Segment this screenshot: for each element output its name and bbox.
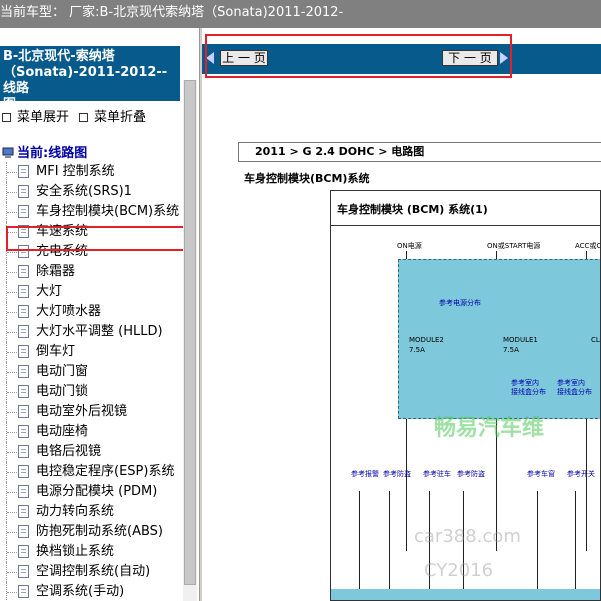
tree-item-power-steering[interactable]: 动力转向系统 bbox=[6, 502, 184, 522]
document-icon bbox=[18, 365, 29, 378]
document-icon bbox=[18, 305, 29, 318]
document-icon bbox=[18, 345, 29, 358]
tree-item-abs[interactable]: 防抱死制动系统(ABS) bbox=[6, 522, 184, 542]
tree-item-srs[interactable]: 安全系统(SRS)1 bbox=[6, 182, 184, 202]
document-icon bbox=[18, 465, 29, 478]
tree-item-bcm[interactable]: 车身控制模块(BCM)系统 bbox=[6, 202, 184, 222]
breadcrumb: 2011 > G 2.4 DOHC > 电路图 bbox=[238, 142, 601, 162]
watermark-green: 畅易汽车维 bbox=[434, 416, 545, 441]
document-icon bbox=[18, 405, 29, 418]
tree-item-hlld[interactable]: 大灯水平调整 (HLLD) bbox=[6, 322, 184, 342]
sidebar-header-line1: B-北京现代-索纳塔 bbox=[3, 49, 115, 64]
fuse-module1-amp: 7.5A bbox=[503, 346, 519, 354]
tree-item-power-window[interactable]: 电动门窗 bbox=[6, 362, 184, 382]
ref-label-6: 参考开关 bbox=[567, 470, 595, 478]
document-icon bbox=[18, 525, 29, 538]
watermark-site: car388.com bbox=[414, 526, 521, 547]
fuse-ref-1: 参考电源分布 bbox=[439, 299, 481, 307]
fuse-clo: CLO bbox=[591, 336, 600, 344]
computer-icon bbox=[2, 147, 14, 159]
selected-item-highlight bbox=[6, 226, 197, 251]
tree-item-esp[interactable]: 电控稳定程序(ESP)系统 bbox=[6, 462, 184, 482]
tree-item-power-door-lock[interactable]: 电动门锁 bbox=[6, 382, 184, 402]
ref-label-5: 参考车窗 bbox=[527, 470, 555, 478]
document-icon bbox=[18, 185, 29, 198]
diagram-title: 车身控制模块 (BCM) 系统(1) bbox=[337, 203, 488, 216]
menu-collapse-link[interactable]: 菜单折叠 bbox=[94, 110, 146, 125]
tree-item-mfi[interactable]: MFI 控制系统 bbox=[6, 162, 184, 182]
sidebar-scrollbar[interactable] bbox=[183, 80, 197, 601]
tree-item-manual-ac[interactable]: 空调系统(手动) bbox=[6, 582, 184, 601]
fuse-ref-2b: 接线盒分布 bbox=[511, 388, 546, 396]
document-icon bbox=[18, 425, 29, 438]
fuse-box-area: 参考电源分布 MODULE2 7.5A MODULE1 7.5A CLO 参考室… bbox=[398, 259, 600, 419]
sidebar-scroll-thumb[interactable] bbox=[184, 80, 196, 585]
document-icon bbox=[18, 505, 29, 518]
pin-on-start-power: ON或START电源 bbox=[487, 242, 541, 250]
collapse-icon[interactable] bbox=[79, 113, 89, 122]
diagram-title-rule bbox=[331, 225, 600, 226]
nav-highlight-box bbox=[205, 34, 512, 78]
sidebar-header: B-北京现代-索纳塔 （Sonata)-2011-2012-- 线路 图. bbox=[0, 46, 180, 112]
ref-label-2: 参考防盗 bbox=[383, 470, 411, 478]
wire-5 bbox=[389, 491, 390, 589]
document-icon bbox=[18, 445, 29, 458]
document-icon bbox=[18, 485, 29, 498]
menu-toggle-row: 菜单展开 菜单折叠 bbox=[2, 106, 146, 125]
document-icon bbox=[18, 325, 29, 338]
pin-on-power: ON电源 bbox=[397, 242, 422, 250]
content-pane: 上 一 页 下 一 页 2011 > G 2.4 DOHC > 电路图 车身控制… bbox=[202, 28, 601, 601]
tree-item-headlamp[interactable]: 大灯 bbox=[6, 282, 184, 302]
expand-icon[interactable] bbox=[2, 113, 11, 122]
tree-item-ecm-mirror[interactable]: 电铬后视镜 bbox=[6, 442, 184, 462]
document-icon bbox=[18, 205, 29, 218]
fuse-module2-amp: 7.5A bbox=[409, 346, 425, 354]
window-title: 当前车型： 厂家:B-北京现代索纳塔（Sonata)2011-2012- bbox=[0, 5, 344, 20]
fuse-ref-3b: 接线盒分布 bbox=[557, 388, 592, 396]
tree-root[interactable]: 当前:线路图 bbox=[2, 142, 87, 161]
document-icon bbox=[18, 265, 29, 278]
ref-label-3: 参考驻车 bbox=[423, 470, 451, 478]
tree-item-outside-mirror[interactable]: 电动室外后视镜 bbox=[6, 402, 184, 422]
ref-label-4: 参考防盗 bbox=[457, 470, 485, 478]
fuse-module2: MODULE2 bbox=[409, 336, 444, 344]
fuse-module1: MODULE1 bbox=[503, 336, 538, 344]
sidebar: B-北京现代-索纳塔 （Sonata)-2011-2012-- 线路 图. 菜单… bbox=[0, 28, 199, 601]
sidebar-header-line2: （Sonata)-2011-2012-- 线路 bbox=[3, 65, 168, 96]
window-title-bar: 当前车型： 厂家:B-北京现代索纳塔（Sonata)2011-2012- bbox=[0, 0, 601, 28]
wire-8 bbox=[537, 491, 538, 589]
bcm-connector-strip bbox=[331, 589, 600, 600]
tree-item-power-seat[interactable]: 电动座椅 bbox=[6, 422, 184, 442]
section-title: 车身控制模块(BCM)系统 bbox=[244, 172, 370, 185]
tree-item-auto-ac[interactable]: 空调控制系统(自动) bbox=[6, 562, 184, 582]
document-icon bbox=[18, 165, 29, 178]
watermark-code: CY2016 bbox=[424, 560, 494, 581]
tree-item-backup-lamp[interactable]: 倒车灯 bbox=[6, 342, 184, 362]
document-icon bbox=[18, 585, 29, 598]
tree-item-defroster[interactable]: 除霜器 bbox=[6, 262, 184, 282]
wire-9 bbox=[575, 491, 576, 589]
document-icon bbox=[18, 545, 29, 558]
tree-item-shift-lock[interactable]: 换档锁止系统 bbox=[6, 542, 184, 562]
tree-root-label: 当前:线路图 bbox=[17, 146, 88, 161]
tree-item-pdm[interactable]: 电源分配模块 (PDM) bbox=[6, 482, 184, 502]
document-icon bbox=[18, 565, 29, 578]
document-icon bbox=[18, 385, 29, 398]
tree-item-headlamp-washer[interactable]: 大灯喷水器 bbox=[6, 302, 184, 322]
document-icon bbox=[18, 285, 29, 298]
wire-4 bbox=[359, 491, 360, 589]
ref-label-1: 参考报警 bbox=[351, 470, 379, 478]
menu-expand-link[interactable]: 菜单展开 bbox=[17, 110, 69, 125]
pin-acc-on: ACC或ON bbox=[575, 242, 600, 250]
